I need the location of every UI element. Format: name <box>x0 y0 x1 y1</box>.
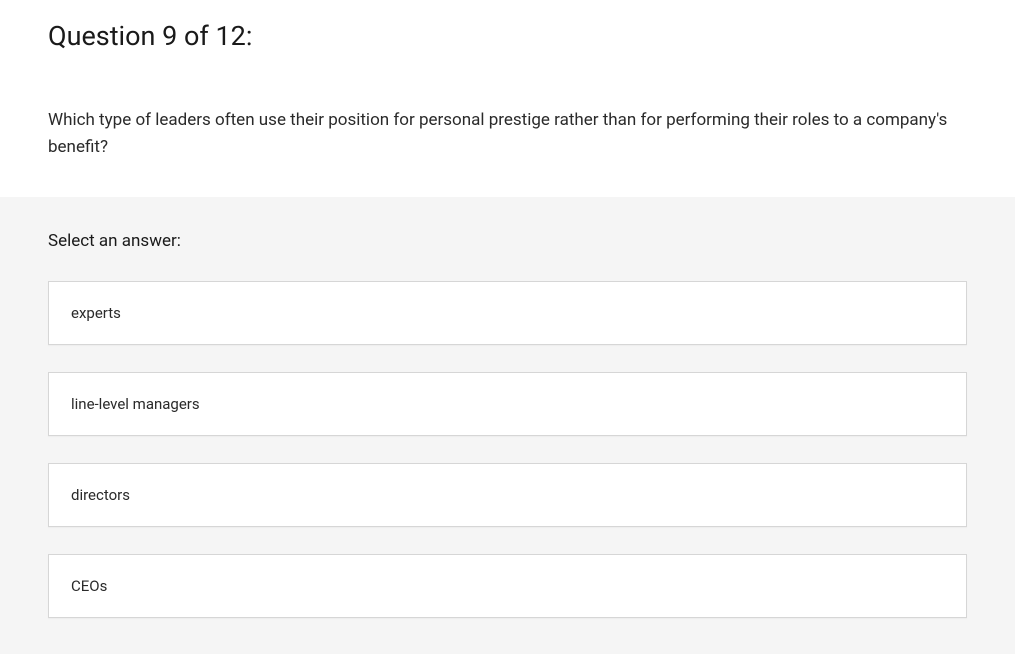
answer-option-0[interactable]: experts <box>48 281 967 345</box>
answer-option-3[interactable]: CEOs <box>48 554 967 618</box>
answer-option-label: experts <box>71 304 121 322</box>
question-prompt: Which type of leaders often use their po… <box>48 107 967 197</box>
select-answer-label: Select an answer: <box>48 231 967 251</box>
answer-section: Select an answer: experts line-level man… <box>0 197 1015 654</box>
answer-option-label: directors <box>71 486 130 504</box>
answer-option-label: line-level managers <box>71 395 200 413</box>
answer-option-2[interactable]: directors <box>48 463 967 527</box>
question-number: Question 9 of 12: <box>48 20 967 52</box>
answer-option-1[interactable]: line-level managers <box>48 372 967 436</box>
question-header: Question 9 of 12: Which type of leaders … <box>0 0 1015 197</box>
answer-option-label: CEOs <box>71 577 107 595</box>
